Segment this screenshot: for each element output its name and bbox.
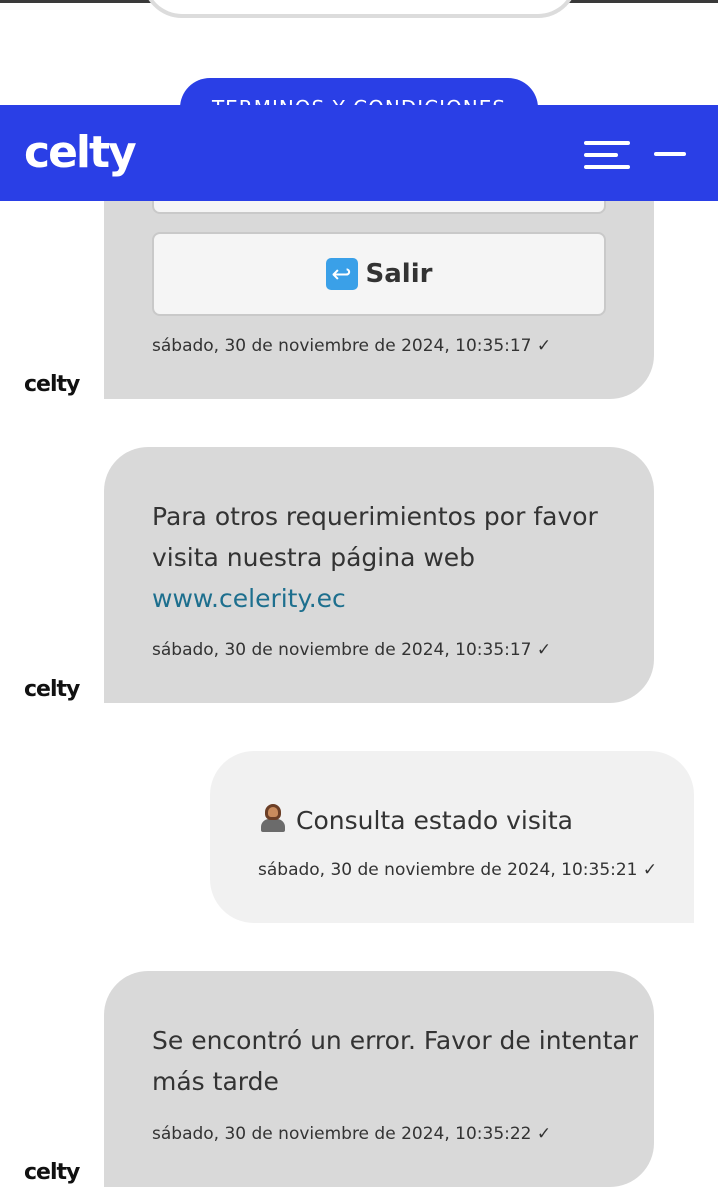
message-line: Para otros requerimientos por favor bbox=[152, 502, 598, 531]
salir-button[interactable]: ↩ Salir bbox=[152, 232, 606, 316]
message-timestamp: sábado, 30 de noviembre de 2024, 10:35:1… bbox=[152, 336, 552, 356]
message-timestamp: sábado, 30 de noviembre de 2024, 10:35:2… bbox=[258, 860, 658, 880]
message-text: Para otros requerimientos por favor visi… bbox=[152, 496, 598, 619]
bot-avatar-logo: celty bbox=[24, 677, 80, 702]
message-timestamp: sábado, 30 de noviembre de 2024, 10:35:2… bbox=[152, 1124, 552, 1144]
message-text: Se encontró un error. Favor de intentar … bbox=[152, 1020, 638, 1102]
website-link[interactable]: www.celerity.ec bbox=[152, 578, 598, 619]
return-arrow-icon: ↩ bbox=[325, 258, 358, 290]
bot-avatar-logo: celty bbox=[24, 372, 80, 397]
message-line: Se encontró un error. Favor de intentar bbox=[152, 1026, 638, 1055]
menu-icon[interactable] bbox=[584, 141, 630, 171]
minimize-icon[interactable] bbox=[654, 152, 686, 156]
bot-avatar-logo: celty bbox=[24, 1160, 80, 1185]
salir-label: Salir bbox=[365, 259, 433, 289]
message-line: más tarde bbox=[152, 1067, 279, 1096]
message-line: visita nuestra página web bbox=[152, 543, 476, 572]
technologist-woman-icon bbox=[258, 803, 288, 833]
celty-logo: celty bbox=[24, 127, 137, 178]
message-text: Consulta estado visita bbox=[258, 800, 573, 841]
previous-input-pill bbox=[142, 0, 578, 18]
user-message-label: Consulta estado visita bbox=[296, 806, 573, 835]
message-timestamp: sábado, 30 de noviembre de 2024, 10:35:1… bbox=[152, 640, 552, 660]
app-header: celty bbox=[0, 105, 718, 201]
